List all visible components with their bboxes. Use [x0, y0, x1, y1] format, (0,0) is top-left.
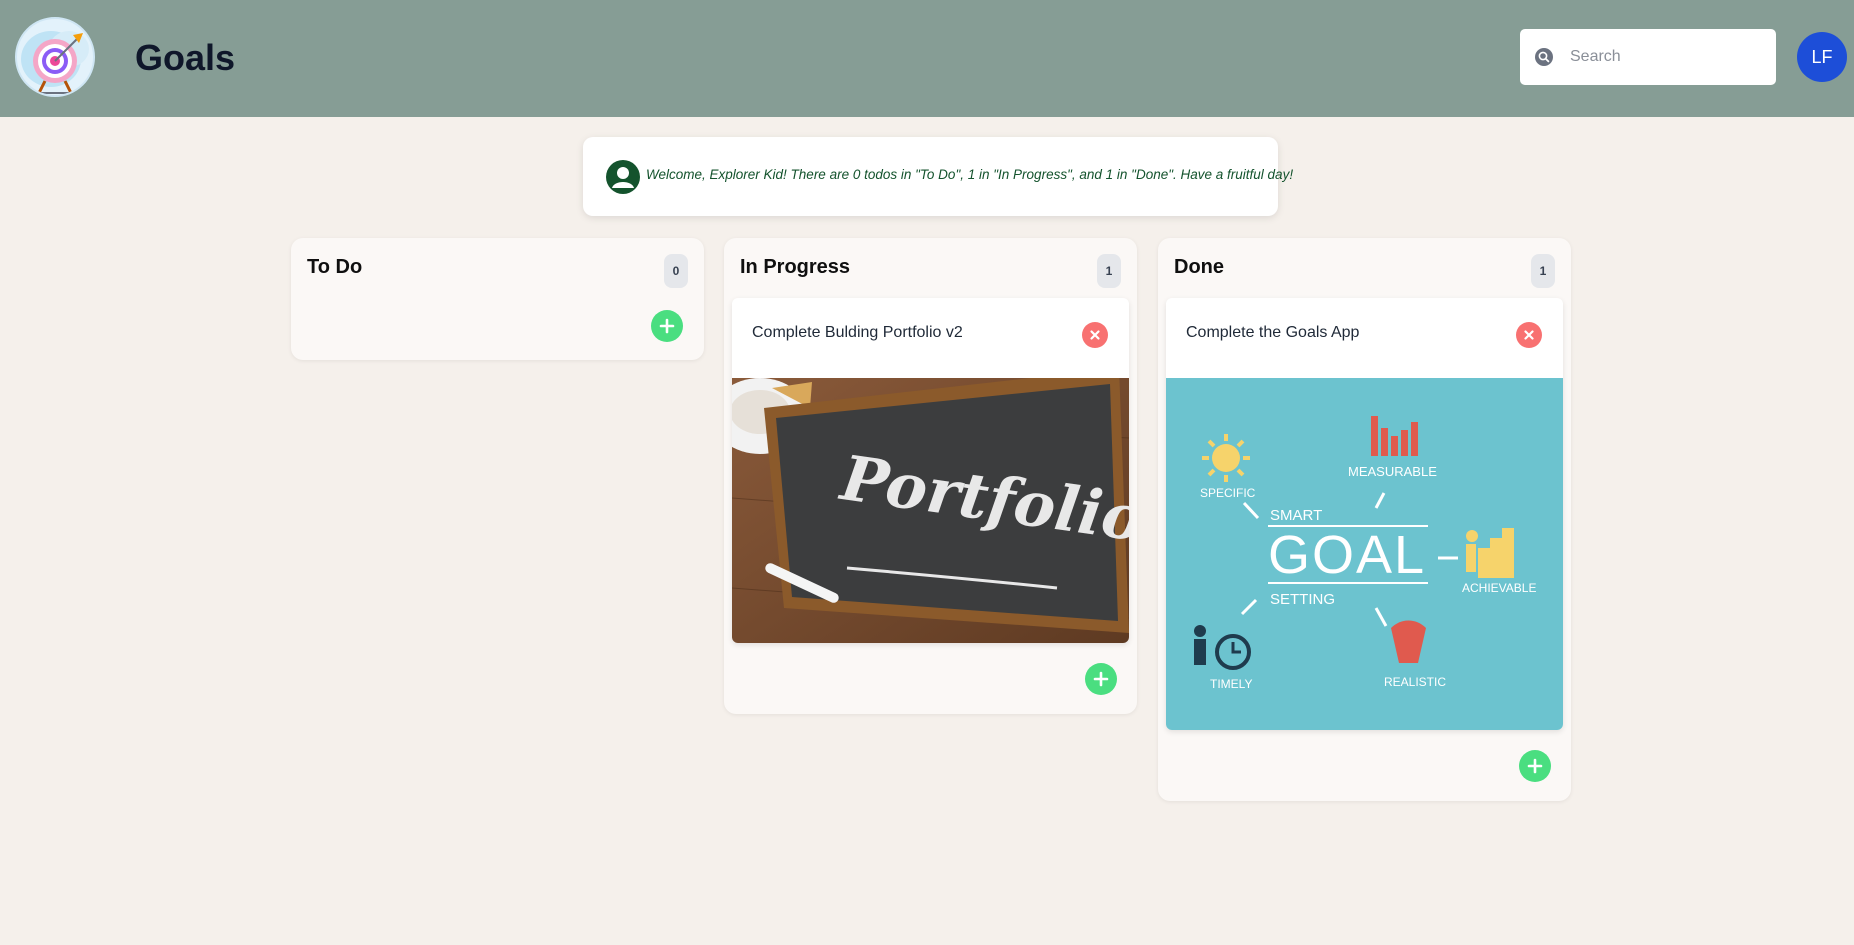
search-icon: [1535, 48, 1553, 66]
page-title: Goals: [135, 37, 236, 78]
todo-card[interactable]: Complete Bulding Portfolio v2 Portfolio: [732, 298, 1129, 643]
welcome-message: Welcome, Explorer Kid! There are 0 todos…: [646, 167, 1294, 182]
plus-icon: [1527, 758, 1543, 774]
svg-text:REALISTIC: REALISTIC: [1384, 675, 1446, 689]
svg-text:MEASURABLE: MEASURABLE: [1348, 464, 1437, 479]
svg-text:TIMELY: TIMELY: [1210, 677, 1252, 691]
search-input[interactable]: [1570, 42, 1760, 72]
column-title: To Do: [307, 256, 363, 278]
card-title: Complete Bulding Portfolio v2: [752, 324, 963, 341]
target-logo-icon[interactable]: [15, 17, 95, 97]
user-avatar[interactable]: LF: [1797, 32, 1847, 82]
svg-text:GOAL: GOAL: [1268, 525, 1426, 585]
column-done: Done 1 Complete the Goals App SPECIFIC M…: [1158, 238, 1571, 801]
delete-card-button[interactable]: [1082, 322, 1108, 348]
todo-card[interactable]: Complete the Goals App SPECIFIC MEASURAB…: [1166, 298, 1563, 730]
portfolio-chalkboard-image: Portfolio: [732, 378, 1129, 643]
search-box[interactable]: [1520, 29, 1776, 85]
svg-text:SETTING: SETTING: [1270, 591, 1335, 608]
plus-icon: [659, 318, 675, 334]
card-title: Complete the Goals App: [1186, 324, 1360, 341]
add-todo-button[interactable]: [651, 310, 683, 342]
welcome-banner: Welcome, Explorer Kid! There are 0 todos…: [583, 137, 1293, 216]
svg-text:SMART: SMART: [1270, 507, 1322, 524]
user-circle-icon: [606, 160, 640, 194]
add-todo-button[interactable]: [1519, 750, 1551, 782]
delete-card-button[interactable]: [1516, 322, 1542, 348]
column-title: Done: [1174, 256, 1224, 278]
smart-goal-setting-image: SPECIFIC MEASURABLE SMART GOAL SETTING A…: [1166, 378, 1563, 730]
close-icon: [1524, 330, 1534, 340]
column-count-badge: 1: [1531, 254, 1555, 288]
add-todo-button[interactable]: [1085, 663, 1117, 695]
plus-icon: [1093, 671, 1109, 687]
column-title: In Progress: [740, 256, 851, 278]
column-in-progress: In Progress 1 Complete Bulding Portfolio…: [724, 238, 1137, 714]
svg-text:SPECIFIC: SPECIFIC: [1200, 486, 1256, 500]
column-count-badge: 1: [1097, 254, 1121, 288]
column-count-badge: 0: [664, 254, 688, 288]
close-icon: [1090, 330, 1100, 340]
column-to-do: To Do 0: [291, 238, 704, 360]
app-header: Goals LF: [0, 0, 1854, 117]
svg-text:ACHIEVABLE: ACHIEVABLE: [1462, 581, 1536, 595]
